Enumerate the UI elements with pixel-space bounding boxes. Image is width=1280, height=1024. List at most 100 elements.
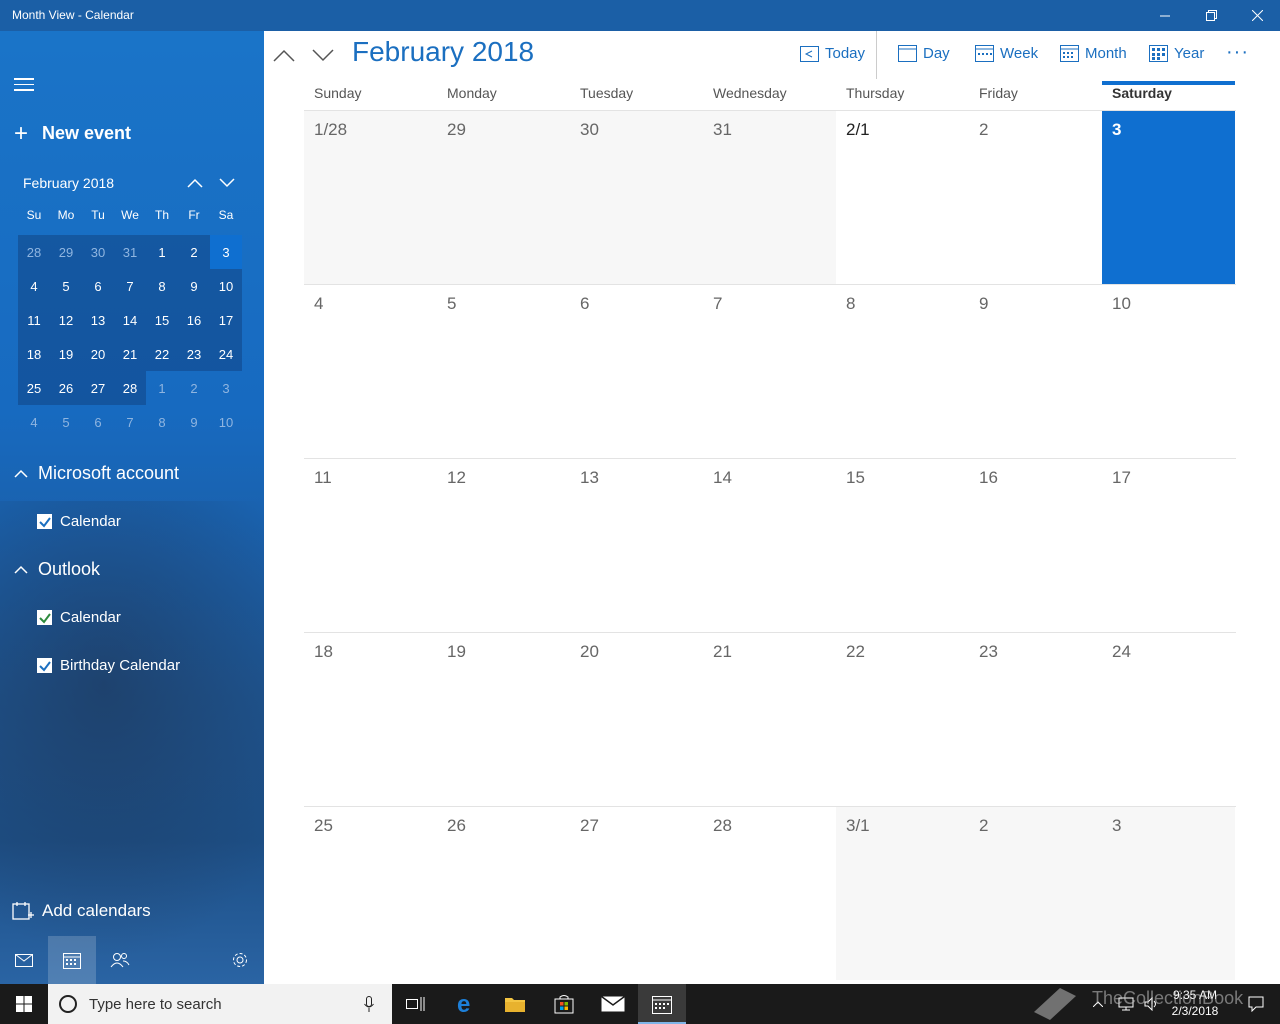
- more-options-button[interactable]: ···: [1226, 41, 1249, 64]
- mini-day[interactable]: 20: [82, 337, 114, 371]
- day-cell[interactable]: 2: [969, 807, 1102, 980]
- mail-button[interactable]: [0, 936, 48, 984]
- mini-day[interactable]: 8: [146, 405, 178, 439]
- mini-day[interactable]: 9: [178, 405, 210, 439]
- mini-day[interactable]: 21: [114, 337, 146, 371]
- day-cell[interactable]: 13: [570, 459, 703, 632]
- day-view-button[interactable]: Day: [898, 45, 950, 62]
- settings-button[interactable]: [216, 936, 264, 984]
- calendar-toggle-birthday-calendar[interactable]: Birthday Calendar: [37, 657, 180, 674]
- mini-day[interactable]: 15: [146, 303, 178, 337]
- mini-day[interactable]: 10: [210, 405, 242, 439]
- calendar-taskbar-button[interactable]: [638, 984, 686, 1024]
- day-cell[interactable]: 4: [304, 285, 437, 458]
- mini-day-today[interactable]: 3: [210, 235, 242, 269]
- day-cell[interactable]: 30: [570, 111, 703, 284]
- account-header-outlook[interactable]: Outlook: [14, 559, 100, 580]
- mini-day[interactable]: 24: [210, 337, 242, 371]
- mini-day[interactable]: 1: [146, 235, 178, 269]
- day-cell[interactable]: 25: [304, 807, 437, 980]
- day-cell[interactable]: 5: [437, 285, 570, 458]
- day-cell[interactable]: 29: [437, 111, 570, 284]
- mini-day[interactable]: 18: [18, 337, 50, 371]
- mini-day[interactable]: 4: [18, 405, 50, 439]
- day-cell[interactable]: 24: [1102, 633, 1235, 806]
- day-cell[interactable]: 20: [570, 633, 703, 806]
- day-cell[interactable]: 15: [836, 459, 969, 632]
- mini-day[interactable]: 22: [146, 337, 178, 371]
- mini-day[interactable]: 13: [82, 303, 114, 337]
- day-cell[interactable]: 7: [703, 285, 836, 458]
- mini-day[interactable]: 7: [114, 269, 146, 303]
- account-header-microsoft[interactable]: Microsoft account: [14, 463, 179, 484]
- mini-day[interactable]: 12: [50, 303, 82, 337]
- mini-day[interactable]: 30: [82, 235, 114, 269]
- day-cell[interactable]: 8: [836, 285, 969, 458]
- day-cell[interactable]: 19: [437, 633, 570, 806]
- start-button[interactable]: [0, 984, 48, 1024]
- month-view-button[interactable]: Month: [1060, 45, 1127, 62]
- mini-day[interactable]: 31: [114, 235, 146, 269]
- day-cell[interactable]: 27: [570, 807, 703, 980]
- calendar-app-button[interactable]: [48, 936, 96, 984]
- mini-day[interactable]: 25: [18, 371, 50, 405]
- mini-day[interactable]: 6: [82, 405, 114, 439]
- month-title[interactable]: February 2018: [352, 36, 534, 68]
- day-cell[interactable]: 11: [304, 459, 437, 632]
- day-cell[interactable]: 10: [1102, 285, 1235, 458]
- next-month-button[interactable]: [305, 41, 341, 69]
- mini-day[interactable]: 27: [82, 371, 114, 405]
- day-cell[interactable]: 28: [703, 807, 836, 980]
- mini-day[interactable]: 19: [50, 337, 82, 371]
- week-view-button[interactable]: Week: [975, 45, 1038, 62]
- mini-day[interactable]: 28: [18, 235, 50, 269]
- day-cell[interactable]: 12: [437, 459, 570, 632]
- mini-day[interactable]: 2: [178, 235, 210, 269]
- today-button[interactable]: Today: [800, 45, 865, 62]
- day-cell[interactable]: 23: [969, 633, 1102, 806]
- day-cell[interactable]: 1/28: [304, 111, 437, 284]
- mini-day[interactable]: 28: [114, 371, 146, 405]
- mini-day[interactable]: 6: [82, 269, 114, 303]
- mini-day[interactable]: 29: [50, 235, 82, 269]
- close-button[interactable]: [1234, 0, 1280, 31]
- mini-day[interactable]: 26: [50, 371, 82, 405]
- day-cell[interactable]: 2/1: [836, 111, 969, 284]
- mini-day[interactable]: 3: [210, 371, 242, 405]
- checkbox[interactable]: [37, 658, 52, 673]
- day-cell[interactable]: 16: [969, 459, 1102, 632]
- previous-month-button[interactable]: [266, 41, 302, 69]
- mini-day[interactable]: 10: [210, 269, 242, 303]
- mini-day[interactable]: 2: [178, 371, 210, 405]
- day-cell[interactable]: 3: [1102, 807, 1235, 980]
- mini-next-month-button[interactable]: [215, 171, 239, 195]
- calendar-toggle-microsoft-calendar[interactable]: Calendar: [37, 513, 121, 530]
- mini-day[interactable]: 9: [178, 269, 210, 303]
- day-cell[interactable]: 21: [703, 633, 836, 806]
- day-cell[interactable]: 2: [969, 111, 1102, 284]
- mini-day[interactable]: 17: [210, 303, 242, 337]
- calendar-toggle-outlook-calendar[interactable]: Calendar: [37, 609, 121, 626]
- mini-prev-month-button[interactable]: [183, 171, 207, 195]
- checkbox[interactable]: [37, 610, 52, 625]
- restore-button[interactable]: [1188, 0, 1234, 31]
- mini-day[interactable]: 1: [146, 371, 178, 405]
- new-event-button[interactable]: + New event: [14, 121, 131, 145]
- checkbox[interactable]: [37, 514, 52, 529]
- mini-day[interactable]: 4: [18, 269, 50, 303]
- mail-app-button[interactable]: [589, 984, 637, 1024]
- add-calendars-button[interactable]: Add calendars: [12, 901, 151, 921]
- mini-day[interactable]: 8: [146, 269, 178, 303]
- day-cell[interactable]: 26: [437, 807, 570, 980]
- year-view-button[interactable]: Year: [1149, 45, 1204, 62]
- mini-calendar-title[interactable]: February 2018: [23, 175, 114, 191]
- edge-button[interactable]: e: [442, 984, 490, 1024]
- day-cell[interactable]: 18: [304, 633, 437, 806]
- mini-day[interactable]: 11: [18, 303, 50, 337]
- mini-day[interactable]: 5: [50, 405, 82, 439]
- hamburger-menu-icon[interactable]: [14, 78, 34, 92]
- mini-day[interactable]: 23: [178, 337, 210, 371]
- minimize-button[interactable]: [1142, 0, 1188, 31]
- day-cell[interactable]: 22: [836, 633, 969, 806]
- day-cell[interactable]: 14: [703, 459, 836, 632]
